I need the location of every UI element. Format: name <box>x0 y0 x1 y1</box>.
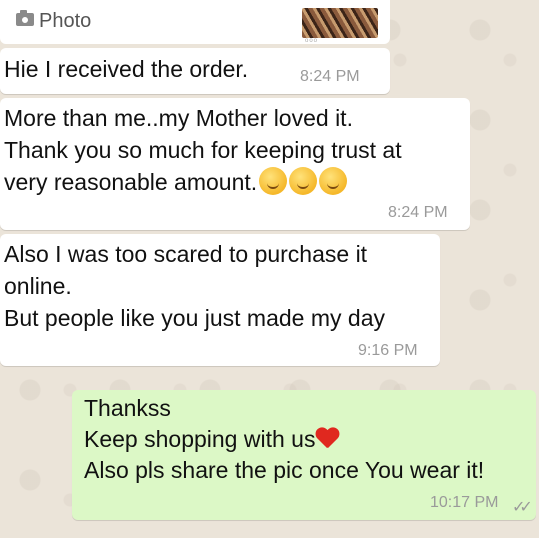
message-text: Keep shopping with us <box>84 426 316 452</box>
thumbnail-caption: ooo <box>305 38 319 44</box>
hugging-face-icon <box>319 167 348 195</box>
photo-message[interactable]: Photo ooo <box>0 0 390 44</box>
hugging-face-icon <box>289 167 318 195</box>
message-text: Also pls share the pic once You wear it! <box>84 457 485 483</box>
message-bubble-incoming[interactable]: Hie I received the order. 8:24 PM <box>0 48 390 94</box>
message-text: Also I was too scared to purchase it <box>4 241 368 267</box>
message-text: very reasonable amount. <box>4 169 258 195</box>
hugging-face-icon <box>259 167 288 195</box>
message-timestamp: 10:17 PM <box>430 494 499 511</box>
message-text: Hie I received the order. <box>4 56 249 82</box>
message-timestamp: 8:24 PM <box>300 68 360 85</box>
photo-label: Photo <box>39 10 92 32</box>
message-bubble-incoming[interactable]: More than me..my Mother loved it. Thank … <box>0 98 470 230</box>
message-timestamp: 8:24 PM <box>388 204 448 221</box>
message-text: More than me..my Mother loved it. <box>4 105 353 131</box>
message-text: online. <box>4 273 72 299</box>
message-text: Thank you so much for keeping trust at <box>4 137 402 163</box>
message-timestamp: 9:16 PM <box>358 342 418 359</box>
message-bubble-incoming[interactable]: Also I was too scared to purchase it onl… <box>0 234 440 366</box>
message-text: Thankss <box>84 395 171 421</box>
photo-thumbnail[interactable] <box>302 8 378 38</box>
camera-icon <box>16 10 34 26</box>
message-text: But people like you just made my day <box>4 305 385 331</box>
red-heart-icon <box>315 428 339 450</box>
read-double-tick-icon: ✓✓ <box>512 499 533 516</box>
message-bubble-outgoing[interactable]: Thankss Keep shopping with us Also pls s… <box>72 390 536 520</box>
